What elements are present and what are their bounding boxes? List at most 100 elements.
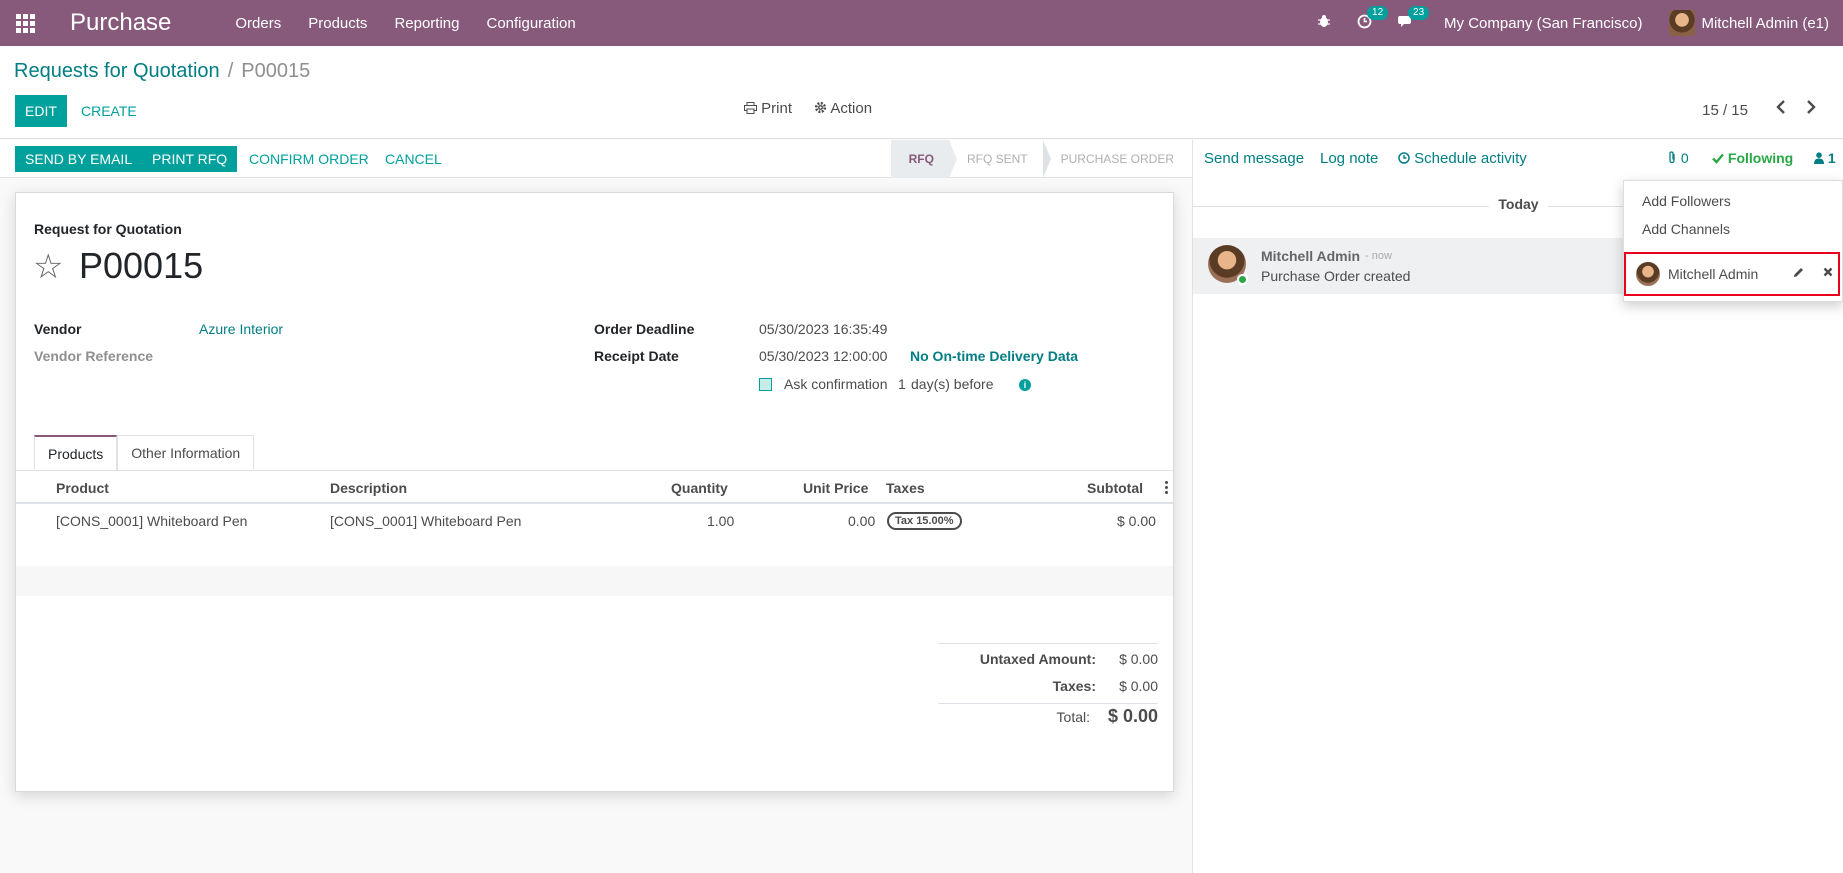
print-rfq-button[interactable]: PRINT RFQ bbox=[142, 146, 238, 172]
follower-avatar bbox=[1636, 262, 1660, 286]
edit-button[interactable]: EDIT bbox=[15, 95, 67, 127]
tab-products[interactable]: Products bbox=[34, 435, 118, 471]
total-label: Total: bbox=[1056, 709, 1090, 725]
apps-menu-icon[interactable] bbox=[2, 0, 48, 46]
online-status-icon bbox=[1237, 274, 1248, 285]
attachments-count: 0 bbox=[1680, 150, 1689, 166]
create-button[interactable]: CREATE bbox=[81, 95, 137, 127]
log-note-button[interactable]: Log note bbox=[1320, 150, 1378, 167]
print-dropdown[interactable]: Print bbox=[744, 100, 792, 117]
order-deadline-label: Order Deadline bbox=[594, 321, 695, 337]
col-product[interactable]: Product bbox=[56, 480, 109, 496]
top-navbar: Purchase Orders Products Reporting Confi… bbox=[0, 0, 1843, 46]
row-description: [CONS_0001] Whiteboard Pen bbox=[330, 513, 522, 529]
app-name[interactable]: Purchase bbox=[70, 9, 171, 37]
empty-row bbox=[16, 536, 1173, 566]
following-label: Following bbox=[1727, 150, 1794, 166]
total-value: $ 0.00 bbox=[1107, 706, 1158, 726]
action-dropdown[interactable]: Action bbox=[814, 100, 872, 117]
control-panel: Requests for Quotation / P00015 EDIT CREAT… bbox=[0, 46, 1843, 139]
rfq-title-label: Request for Quotation bbox=[34, 221, 182, 237]
receipt-date-label: Receipt Date bbox=[594, 348, 679, 364]
breadcrumb-rfq-link[interactable]: Requests for Quotation bbox=[14, 60, 220, 82]
schedule-activity-label: Schedule activity bbox=[1414, 150, 1527, 167]
table-row[interactable]: [CONS_0001] Whiteboard Pen [CONS_0001] W… bbox=[16, 506, 1173, 536]
notebook-tabs: Products Other Information bbox=[34, 435, 255, 471]
breadcrumb-current: P00015 bbox=[241, 60, 311, 82]
attachments-button[interactable]: 0 bbox=[1667, 150, 1689, 166]
company-switcher[interactable]: My Company (San Francisco) bbox=[1444, 15, 1642, 32]
menu-orders[interactable]: Orders bbox=[235, 15, 281, 32]
pager-previous-icon[interactable] bbox=[1771, 100, 1791, 122]
user-icon bbox=[1814, 152, 1824, 164]
check-icon bbox=[1712, 153, 1724, 164]
vendor-reference-label: Vendor Reference bbox=[34, 348, 154, 364]
activity-clock-icon[interactable]: 12 bbox=[1357, 5, 1389, 33]
activity-count-badge: 12 bbox=[1367, 5, 1389, 20]
pager-next-icon[interactable] bbox=[1801, 100, 1821, 122]
messaging-icon[interactable]: 23 bbox=[1398, 6, 1430, 32]
confirm-order-button[interactable]: CONFIRM ORDER bbox=[249, 146, 369, 172]
status-stages: RFQ RFQ SENT PURCHASE ORDER bbox=[890, 140, 1192, 178]
message-author[interactable]: Mitchell Admin bbox=[1261, 248, 1360, 264]
totals-top-border bbox=[938, 643, 1158, 644]
ask-confirmation-checkbox[interactable] bbox=[759, 378, 772, 391]
menu-configuration[interactable]: Configuration bbox=[486, 15, 575, 32]
edit-subscription-icon[interactable] bbox=[1792, 266, 1805, 282]
stage-rfq: RFQ bbox=[890, 140, 957, 178]
add-followers-item[interactable]: Add Followers bbox=[1642, 193, 1731, 209]
reminder-days-field[interactable]: 1 bbox=[898, 376, 906, 392]
send-by-email-button[interactable]: SEND BY EMAIL bbox=[15, 146, 143, 172]
reminder-days-suffix: day(s) before bbox=[911, 376, 994, 392]
receipt-date-field[interactable]: 05/30/2023 12:00:00 bbox=[759, 348, 887, 364]
cancel-button[interactable]: CANCEL bbox=[385, 146, 442, 172]
col-unit-price[interactable]: Unit Price bbox=[803, 480, 868, 496]
form-statusbar: SEND BY EMAIL PRINT RFQ CONFIRM ORDER CA… bbox=[0, 140, 1192, 178]
message-body: Purchase Order created bbox=[1261, 268, 1411, 284]
order-deadline-field[interactable]: 05/30/2023 16:35:49 bbox=[759, 321, 887, 337]
send-message-button[interactable]: Send message bbox=[1204, 150, 1304, 167]
printer-icon bbox=[744, 102, 757, 114]
breadcrumb-separator: / bbox=[227, 60, 234, 82]
follower-name: Mitchell Admin bbox=[1668, 266, 1759, 282]
systray: 12 23 My Company (San Francisco) Mitchel… bbox=[1317, 0, 1843, 46]
row-product: [CONS_0001] Whiteboard Pen bbox=[56, 513, 248, 529]
info-icon[interactable]: i bbox=[1019, 379, 1031, 391]
tabs-divider bbox=[16, 470, 1173, 471]
optional-columns-icon[interactable] bbox=[1165, 481, 1169, 494]
bug-icon[interactable] bbox=[1317, 14, 1331, 32]
following-button[interactable]: Following bbox=[1712, 150, 1793, 166]
follower-item[interactable]: Mitchell Admin bbox=[1624, 252, 1840, 296]
priority-star-icon[interactable]: ☆ bbox=[33, 247, 63, 287]
taxes-label: Taxes: bbox=[1052, 678, 1096, 694]
order-lines-header: Product Description Quantity Unit Price … bbox=[16, 472, 1173, 504]
taxes-value: $ 0.00 bbox=[1119, 678, 1158, 694]
paperclip-icon bbox=[1669, 151, 1675, 164]
vendor-field[interactable]: Azure Interior bbox=[199, 321, 283, 337]
followers-count: 1 bbox=[1827, 150, 1836, 166]
empty-row bbox=[16, 566, 1173, 596]
vendor-label: Vendor bbox=[34, 321, 82, 337]
user-menu[interactable]: Mitchell Admin (e1) bbox=[1669, 10, 1829, 36]
remove-follower-icon[interactable] bbox=[1823, 264, 1833, 281]
row-quantity: 1.00 bbox=[707, 513, 735, 529]
col-subtotal[interactable]: Subtotal bbox=[1087, 480, 1143, 496]
menu-products[interactable]: Products bbox=[308, 15, 367, 32]
followers-button[interactable]: 1 bbox=[1814, 150, 1836, 166]
tab-other-information[interactable]: Other Information bbox=[117, 435, 255, 471]
breadcrumb: Requests for Quotation / P00015 bbox=[14, 60, 310, 83]
col-description[interactable]: Description bbox=[330, 480, 407, 496]
col-quantity[interactable]: Quantity bbox=[671, 480, 728, 496]
add-channels-item[interactable]: Add Channels bbox=[1642, 221, 1730, 237]
schedule-activity-button[interactable]: Schedule activity bbox=[1398, 150, 1527, 167]
user-name: Mitchell Admin (e1) bbox=[1701, 14, 1829, 32]
tax-tag: Tax 15.00% bbox=[887, 512, 962, 530]
col-taxes[interactable]: Taxes bbox=[886, 480, 925, 496]
menu-reporting[interactable]: Reporting bbox=[394, 15, 459, 32]
pager-value[interactable]: 15 / 15 bbox=[1702, 102, 1748, 119]
message-time: - now bbox=[1365, 250, 1392, 262]
stage-purchase-order: PURCHASE ORDER bbox=[1060, 152, 1174, 166]
rfq-name: P00015 bbox=[79, 245, 204, 286]
message-count-badge: 23 bbox=[1408, 6, 1430, 20]
on-time-delivery-link[interactable]: No On-time Delivery Data bbox=[910, 348, 1078, 364]
